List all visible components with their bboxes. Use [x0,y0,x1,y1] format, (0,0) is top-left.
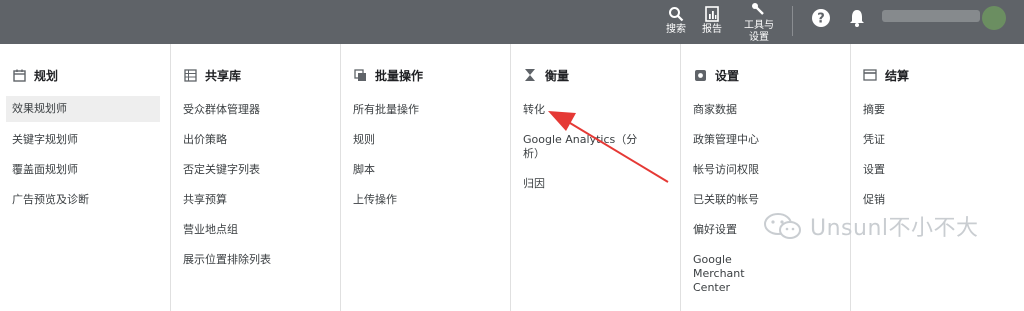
reports-button[interactable]: 报告 [698,0,726,44]
wrench-icon [751,0,767,18]
column-title: 规划 [34,68,59,83]
column-title: 批量操作 [375,68,424,83]
credit-card-icon [863,68,877,82]
column-title: 结算 [885,68,910,83]
menu-item-bid-strategies[interactable]: 出价策略 [183,133,227,147]
menu-item-uploads[interactable]: 上传操作 [353,193,397,207]
column-billing: 结算 摘要 凭证 设置 促销 [850,44,1024,311]
tools-label-line2: 设置 [749,32,769,43]
menu-item-placement-exclusion-lists[interactable]: 展示位置排除列表 [183,253,271,267]
watermark: Unsunl不小不大 [762,210,979,242]
menu-item-conversions[interactable]: 转化 [523,103,545,117]
column-heading-setup: 设置 [693,64,739,86]
menu-item-negative-keyword-lists[interactable]: 否定关键字列表 [183,163,260,177]
column-heading-shared-library: 共享库 [183,64,241,86]
calendar-icon [12,68,26,82]
search-label: 搜索 [666,24,686,35]
menu-item-summary[interactable]: 摘要 [863,103,885,117]
column-title: 共享库 [205,68,242,83]
menu-item-linked-accounts[interactable]: 已关联的帐号 [693,193,759,207]
menu-item-ad-preview-diagnosis[interactable]: 广告预览及诊断 [12,193,89,207]
svg-text:?: ? [817,12,825,27]
help-icon: ? [812,9,830,27]
menu-item-rules[interactable]: 规则 [353,133,375,147]
column-heading-billing: 结算 [863,64,909,86]
library-grid-icon [183,68,197,82]
notifications-button[interactable] [848,8,868,28]
tools-label-line1: 工具与 [744,20,774,31]
topbar-divider [792,6,793,36]
menu-item-google-analytics[interactable]: Google Analytics（分析） [523,133,648,161]
menu-item-google-merchant-center[interactable]: Google Merchant Center [693,253,773,295]
bell-icon [850,10,864,27]
settings-icon [693,68,707,82]
search-icon [668,0,684,22]
account-name-blurred [882,10,980,22]
search-button[interactable]: 搜索 [660,0,692,44]
menu-item-business-data[interactable]: 商家数据 [693,103,737,117]
reports-label: 报告 [702,24,722,35]
watermark-text: Unsunl不小不大 [810,216,979,241]
menu-item-audience-manager[interactable]: 受众群体管理器 [183,103,260,117]
column-heading-bulk-actions: 批量操作 [353,64,423,86]
avatar[interactable] [982,6,1006,30]
column-title: 衡量 [545,68,570,83]
tools-label: 工具与 设置 [744,20,774,44]
tools-settings-button[interactable]: 工具与 设置 [738,0,780,44]
column-setup: 设置 商家数据 政策管理中心 帐号访问权限 已关联的帐号 偏好设置 Google… [680,44,851,311]
reports-icon [705,0,719,22]
menu-item-reach-planner[interactable]: 覆盖面规划师 [12,163,78,177]
wechat-icon [764,213,801,239]
menu-item-policy-manager[interactable]: 政策管理中心 [693,133,759,147]
menu-item-promotions[interactable]: 促销 [863,193,885,207]
menu-item-scripts[interactable]: 脚本 [353,163,375,177]
hourglass-icon [523,68,537,82]
menu-item-preferences[interactable]: 偏好设置 [693,223,737,237]
top-app-bar: 搜索 报告 工具与 设置 ? [0,0,1024,44]
menu-item-keyword-planner[interactable]: 关键字规划师 [12,133,78,147]
column-measurement: 衡量 转化 Google Analytics（分析） 归因 [510,44,681,311]
menu-item-location-groups[interactable]: 营业地点组 [183,223,238,237]
tools-mega-menu: 规划 效果规划师 关键字规划师 覆盖面规划师 广告预览及诊断 共享库 受众群体管… [0,44,1024,311]
menu-item-billing-settings[interactable]: 设置 [863,163,885,177]
column-title: 设置 [715,68,740,83]
column-heading-measurement: 衡量 [523,64,569,86]
help-button[interactable]: ? [811,8,831,28]
menu-item-account-access[interactable]: 帐号访问权限 [693,163,759,177]
column-shared-library: 共享库 受众群体管理器 出价策略 否定关键字列表 共享预算 营业地点组 展示位置… [170,44,341,311]
copy-icon [353,68,367,82]
menu-item-shared-budgets[interactable]: 共享预算 [183,193,227,207]
menu-item-all-bulk-actions[interactable]: 所有批量操作 [353,103,419,117]
column-heading-planning: 规划 [12,64,58,86]
menu-item-performance-planner[interactable]: 效果规划师 [6,96,160,122]
column-bulk-actions: 批量操作 所有批量操作 规则 脚本 上传操作 [340,44,511,311]
menu-item-attribution[interactable]: 归因 [523,177,545,191]
menu-item-documents[interactable]: 凭证 [863,133,885,147]
column-planning: 规划 效果规划师 关键字规划师 覆盖面规划师 广告预览及诊断 [0,44,170,311]
